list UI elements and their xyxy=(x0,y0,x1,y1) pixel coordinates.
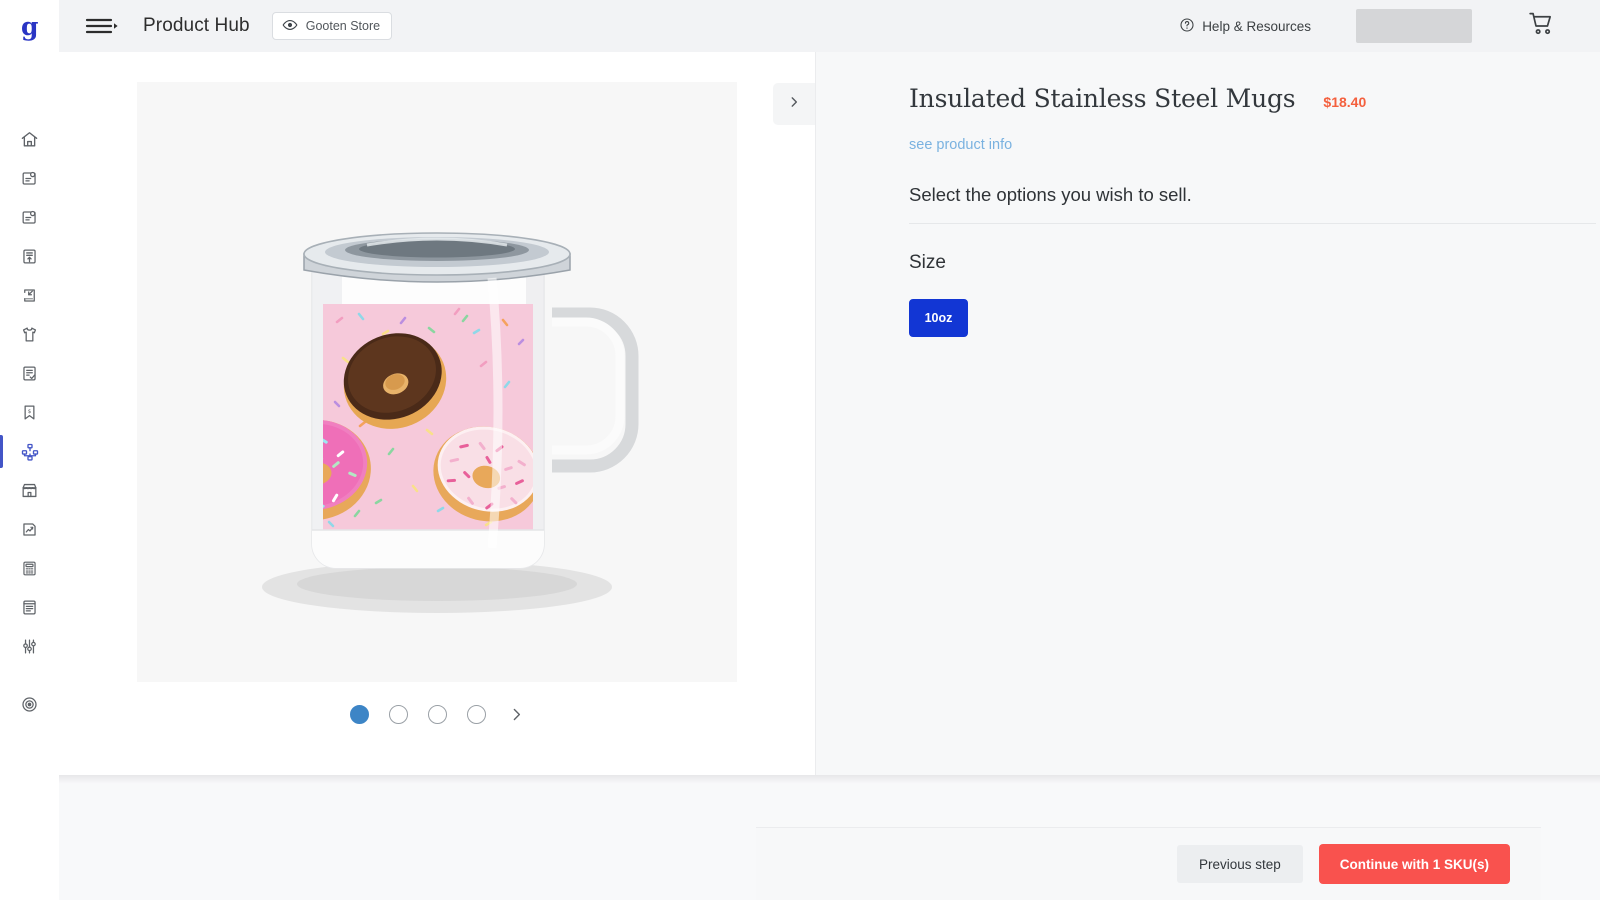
sidebar-item-apparel[interactable] xyxy=(0,315,59,354)
sliders-icon xyxy=(20,637,39,656)
carousel-dot-1[interactable] xyxy=(350,705,369,724)
option-group-size: 10oz xyxy=(909,299,1600,337)
sidebar-item-pricing[interactable]: $ xyxy=(0,393,59,432)
hamburger-expand-icon[interactable] xyxy=(85,15,119,37)
size-option-10oz[interactable]: 10oz xyxy=(909,299,968,337)
product-title: Insulated Stainless Steel Mugs xyxy=(909,84,1295,113)
store-selector-label: Gooten Store xyxy=(306,19,380,33)
home-icon xyxy=(20,130,39,149)
document-check-icon xyxy=(20,364,39,383)
question-circle-icon xyxy=(1179,17,1195,36)
help-resources-label: Help & Resources xyxy=(1202,19,1311,34)
sidebar-item-storefront[interactable] xyxy=(0,471,59,510)
sidebar-item-orders[interactable] xyxy=(0,159,59,198)
options-instruction: Select the options you wish to sell. xyxy=(909,184,1600,206)
product-image xyxy=(137,82,737,682)
top-bar-right: Help & Resources xyxy=(1179,0,1600,52)
option-group-label-size: Size xyxy=(909,252,1600,274)
carousel-dot-4[interactable] xyxy=(467,705,486,724)
previous-step-button[interactable]: Previous step xyxy=(1177,845,1303,883)
store-icon xyxy=(20,481,39,500)
tshirt-icon xyxy=(20,325,39,344)
sidebar-nav: $ xyxy=(0,120,59,724)
gooten-logo[interactable]: g xyxy=(0,0,59,52)
carousel-dot-2[interactable] xyxy=(389,705,408,724)
chart-document-icon xyxy=(20,520,39,539)
store-selector-button[interactable]: Gooten Store xyxy=(272,12,392,40)
target-icon xyxy=(20,695,39,714)
eye-icon xyxy=(282,17,298,36)
hierarchy-icon xyxy=(20,442,40,462)
svg-text:$: $ xyxy=(28,409,32,415)
page-title: Product Hub xyxy=(143,15,250,37)
see-product-info-link[interactable]: see product info xyxy=(909,137,1012,153)
content-bottom-shadow xyxy=(59,775,1600,784)
continue-button[interactable]: Continue with 1 SKU(s) xyxy=(1319,844,1510,884)
section-divider xyxy=(909,223,1596,224)
main-stage: Insulated Stainless Steel Mugs $18.40 se… xyxy=(59,52,1600,775)
document-upload-icon xyxy=(20,247,39,266)
next-image-button[interactable] xyxy=(773,83,815,125)
account-placeholder[interactable] xyxy=(1356,9,1472,43)
image-carousel-pager xyxy=(137,694,737,734)
sidebar-item-product-hub[interactable] xyxy=(0,432,59,471)
sidebar-item-settings[interactable] xyxy=(0,627,59,666)
wizard-footer: Previous step Continue with 1 SKU(s) xyxy=(756,827,1541,900)
carousel-next-icon[interactable] xyxy=(508,706,525,723)
sidebar-item-analytics[interactable] xyxy=(0,510,59,549)
chevron-right-icon xyxy=(787,95,801,114)
product-header: Insulated Stainless Steel Mugs $18.40 xyxy=(909,52,1600,113)
product-price: $18.40 xyxy=(1323,94,1366,110)
person-card-icon xyxy=(20,208,39,227)
person-card-icon xyxy=(20,169,39,188)
sidebar-item-csv-import[interactable] xyxy=(0,276,59,315)
sidebar-divider-space xyxy=(0,666,59,685)
top-bar: Product Hub Gooten Store Help & Resource… xyxy=(59,0,1600,52)
csv-import-icon xyxy=(20,286,39,305)
sidebar-item-upload[interactable] xyxy=(0,237,59,276)
product-options-pane: Insulated Stainless Steel Mugs $18.40 se… xyxy=(815,52,1600,775)
sidebar-item-customers[interactable] xyxy=(0,198,59,237)
sidebar-item-catalog[interactable] xyxy=(0,588,59,627)
app-sidebar: g xyxy=(0,0,59,900)
sidebar-item-home[interactable] xyxy=(0,120,59,159)
calculator-icon xyxy=(20,559,39,578)
product-preview-pane xyxy=(59,52,815,775)
sidebar-item-billing[interactable] xyxy=(0,549,59,588)
bookmark-dollar-icon: $ xyxy=(20,403,39,422)
document-list-icon xyxy=(20,598,39,617)
shopping-cart-icon[interactable] xyxy=(1527,10,1556,42)
sidebar-item-target[interactable] xyxy=(0,685,59,724)
sidebar-item-approvals[interactable] xyxy=(0,354,59,393)
help-resources-button[interactable]: Help & Resources xyxy=(1179,17,1311,36)
carousel-dot-3[interactable] xyxy=(428,705,447,724)
